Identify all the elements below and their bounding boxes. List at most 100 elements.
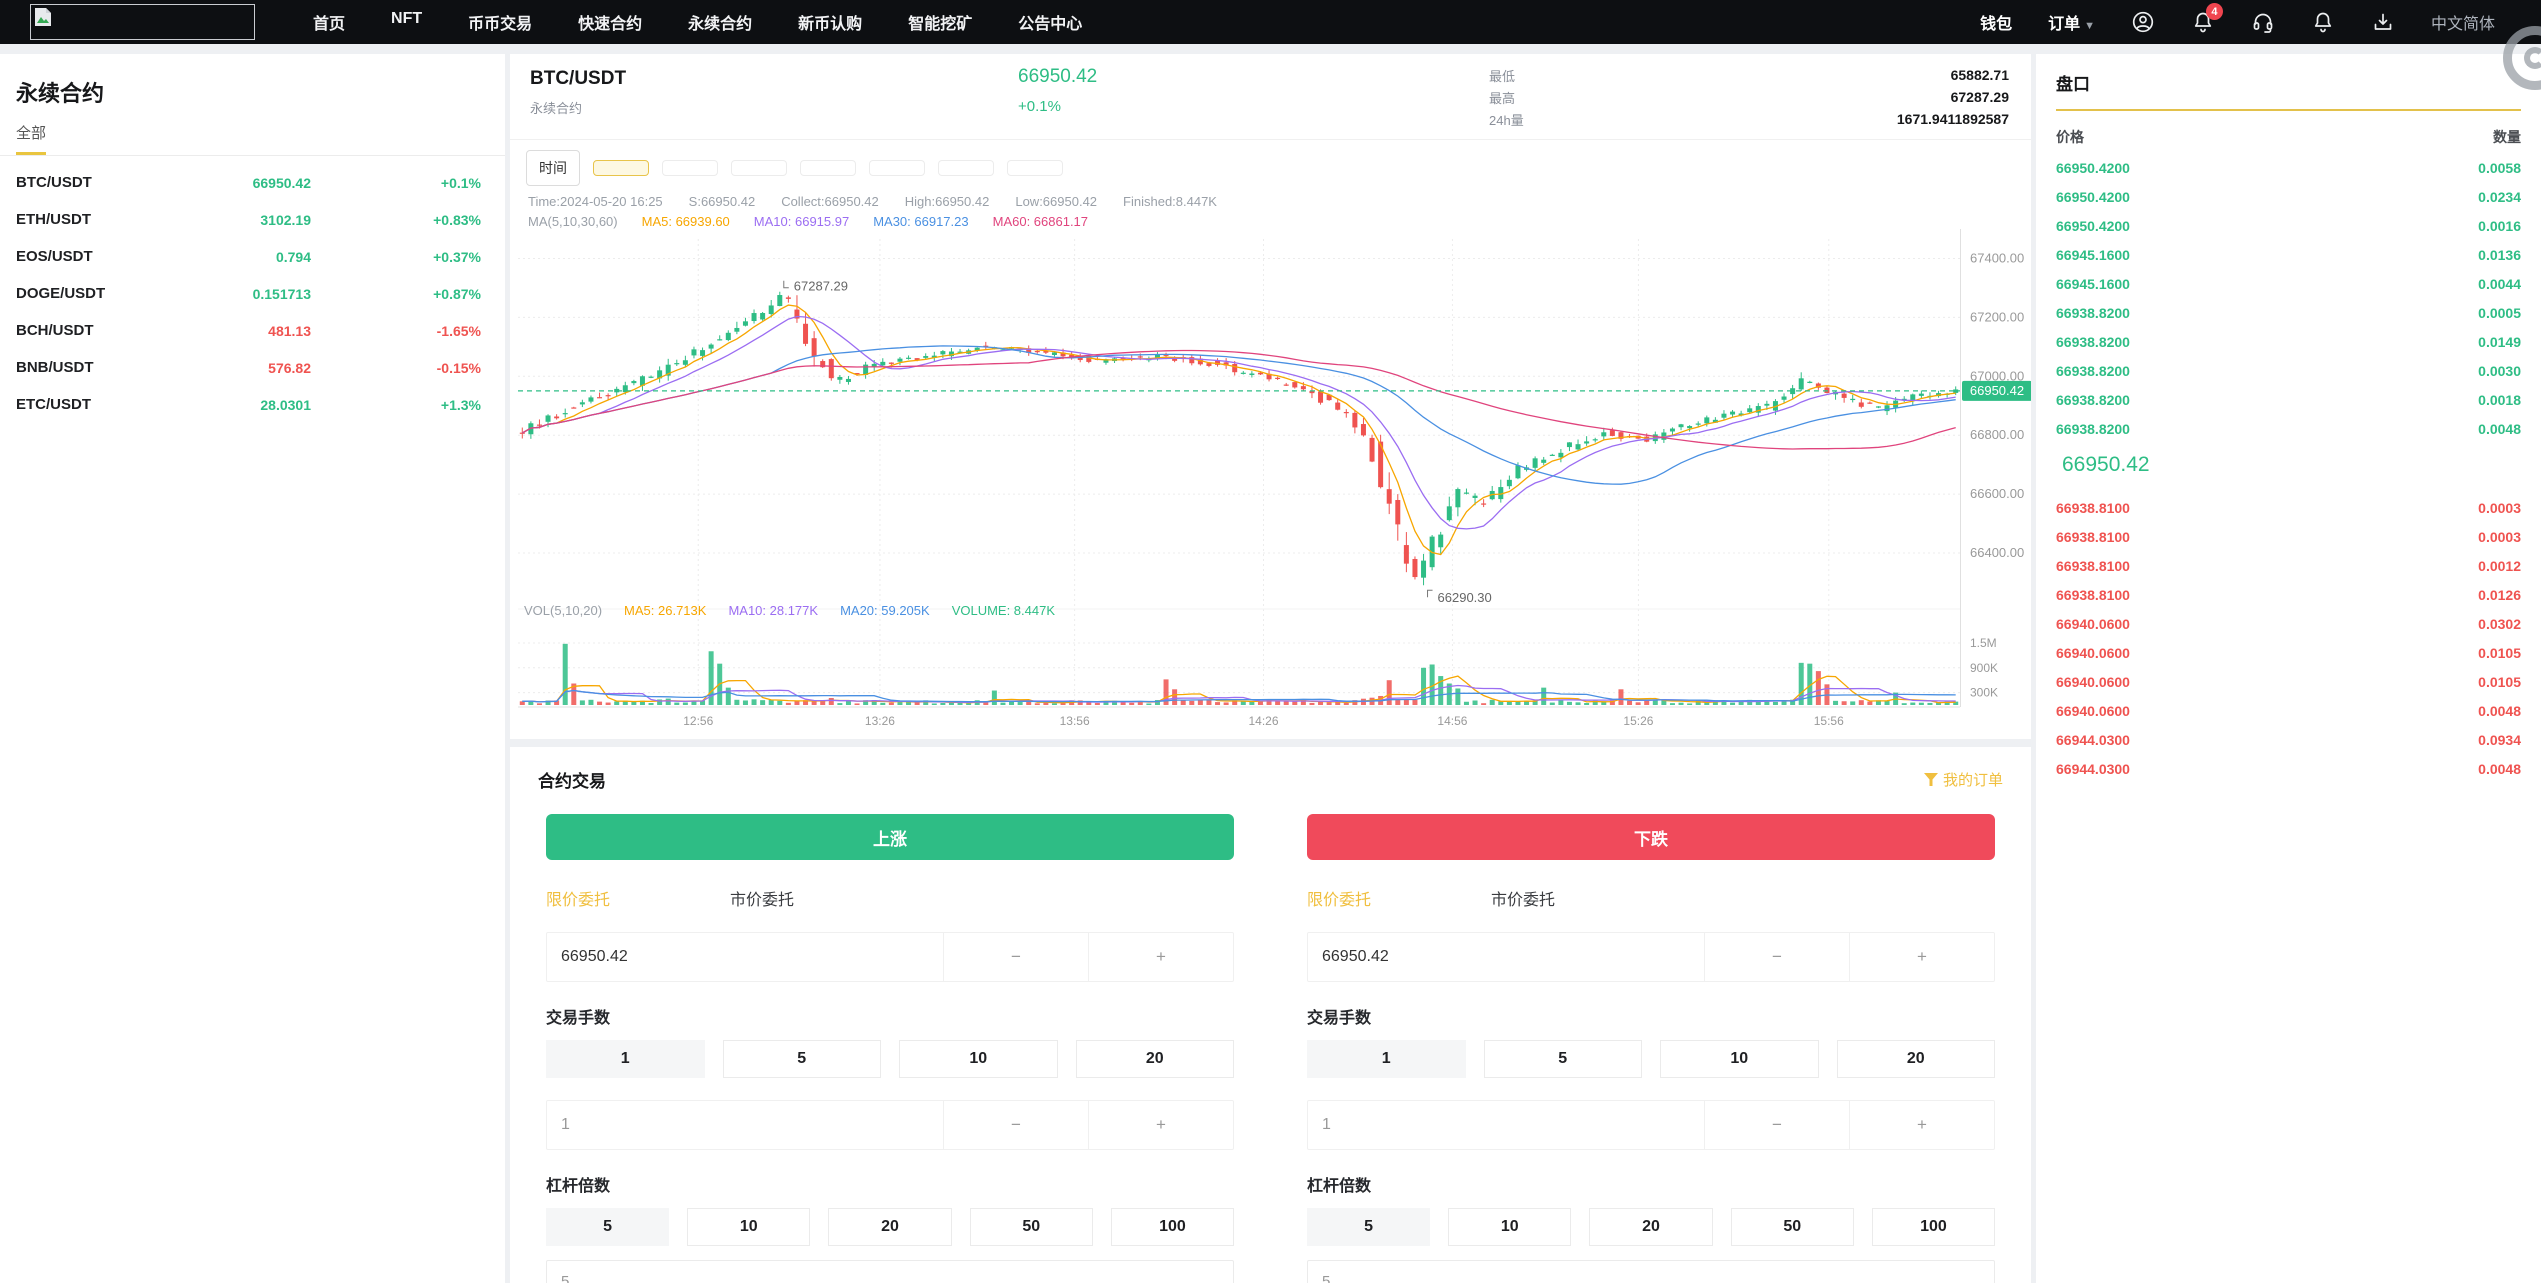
leverage-option[interactable]: 50 — [970, 1208, 1093, 1246]
lot-option[interactable]: 5 — [723, 1040, 882, 1078]
leverage-option[interactable]: 20 — [1589, 1208, 1712, 1246]
nav-menu-item[interactable]: 首页 — [313, 10, 345, 34]
amount-input[interactable]: 1 — [547, 1101, 943, 1149]
notification-bell-icon[interactable]: 4 — [2191, 10, 2215, 34]
candlestick-chart[interactable]: 66950.4267400.0067200.0067000.0066800.00… — [510, 229, 2031, 739]
leverage-option[interactable]: 10 — [1448, 1208, 1571, 1246]
interval-button[interactable] — [938, 160, 994, 176]
nav-menu-item[interactable]: 永续合约 — [688, 10, 752, 34]
wallet-link[interactable]: 钱包 — [1980, 10, 2012, 34]
pair-row[interactable]: ETC/USDT 28.0301 +1.3% — [0, 386, 505, 423]
price-minus-button[interactable]: − — [943, 933, 1088, 981]
notification-badge: 4 — [2206, 3, 2223, 20]
order-book-row[interactable]: 66950.4200 0.0058 — [2056, 153, 2521, 182]
interval-button[interactable] — [1007, 160, 1063, 176]
interval-button[interactable] — [593, 160, 649, 176]
language-selector[interactable]: 中文简体 — [2431, 10, 2495, 34]
nav-menu-item[interactable]: 币币交易 — [468, 10, 532, 34]
order-book-row[interactable]: 66938.8100 0.0012 — [2056, 551, 2521, 580]
price-plus-button[interactable]: + — [1849, 933, 1994, 981]
lot-option[interactable]: 5 — [1484, 1040, 1643, 1078]
leverage-option[interactable]: 10 — [687, 1208, 810, 1246]
interval-button[interactable] — [800, 160, 856, 176]
order-book-row[interactable]: 66950.4200 0.0234 — [2056, 182, 2521, 211]
amount-plus-button[interactable]: + — [1849, 1101, 1994, 1149]
order-book-row[interactable]: 66940.0600 0.0302 — [2056, 609, 2521, 638]
price-input[interactable]: 66950.42 — [547, 933, 943, 981]
orders-dropdown[interactable]: 订单▼ — [2048, 10, 2095, 34]
buy-up-button[interactable]: 上涨 — [546, 814, 1234, 860]
lot-option[interactable]: 10 — [1660, 1040, 1819, 1078]
lot-option[interactable]: 10 — [899, 1040, 1058, 1078]
order-book-row[interactable]: 66940.0600 0.0105 — [2056, 667, 2521, 696]
nav-menu-item[interactable]: 快速合约 — [578, 10, 642, 34]
sell-down-button[interactable]: 下跌 — [1307, 814, 1995, 860]
stat-row: 24h量 1671.9411892587 — [1489, 108, 2009, 130]
pair-row[interactable]: BCH/USDT 481.13 -1.65% — [0, 312, 505, 349]
leverage-option[interactable]: 100 — [1111, 1208, 1234, 1246]
leverage-option[interactable]: 5 — [1307, 1208, 1430, 1246]
ohlc-token: Low:66950.42 — [1015, 194, 1097, 209]
lots-label: 交易手数 — [546, 1004, 1234, 1028]
nav-menu-item[interactable]: 公告中心 — [1018, 10, 1082, 34]
order-book-row[interactable]: 66938.8200 0.0048 — [2056, 414, 2521, 443]
amount-input[interactable]: 1 — [1308, 1101, 1704, 1149]
order-book-row[interactable]: 66940.0600 0.0105 — [2056, 638, 2521, 667]
logo[interactable] — [30, 4, 255, 40]
leverage-option[interactable]: 5 — [546, 1208, 669, 1246]
tab-market-order[interactable]: 市价委托 — [730, 886, 794, 910]
order-book-row[interactable]: 66945.1600 0.0136 — [2056, 240, 2521, 269]
pair-row[interactable]: ETH/USDT 3102.19 +0.83% — [0, 201, 505, 238]
nav-menu-item[interactable]: 新币认购 — [798, 10, 862, 34]
broken-image-icon — [33, 7, 53, 27]
lot-option[interactable]: 20 — [1076, 1040, 1235, 1078]
tab-limit-order[interactable]: 限价委托 — [546, 886, 610, 910]
order-book-top: 66950.4200 0.0058 66950.4200 0.0234 6695… — [2056, 153, 2521, 443]
order-book-row[interactable]: 66938.8200 0.0149 — [2056, 327, 2521, 356]
pair-row[interactable]: BTC/USDT 66950.42 +0.1% — [0, 164, 505, 201]
amount-minus-button[interactable]: − — [943, 1101, 1088, 1149]
tab-limit-order[interactable]: 限价委托 — [1307, 886, 1371, 910]
interval-button[interactable] — [869, 160, 925, 176]
user-avatar-icon[interactable] — [2131, 10, 2155, 34]
bell-icon[interactable] — [2311, 10, 2335, 34]
interval-button[interactable] — [662, 160, 718, 176]
order-book-row[interactable]: 66944.0300 0.0048 — [2056, 754, 2521, 783]
order-price: 66938.8100 — [2056, 558, 2130, 574]
amount-plus-button[interactable]: + — [1088, 1101, 1233, 1149]
download-icon[interactable] — [2371, 10, 2395, 34]
tab-market-order[interactable]: 市价委托 — [1491, 886, 1555, 910]
support-headset-icon[interactable] — [2251, 10, 2275, 34]
leverage-input[interactable]: 5 — [546, 1260, 1234, 1283]
order-book-row[interactable]: 66938.8100 0.0003 — [2056, 522, 2521, 551]
order-book-row[interactable]: 66938.8100 0.0003 — [2056, 493, 2521, 522]
leverage-input[interactable]: 5 — [1307, 1260, 1995, 1283]
amount-minus-button[interactable]: − — [1704, 1101, 1849, 1149]
pair-row[interactable]: DOGE/USDT 0.151713 +0.87% — [0, 275, 505, 312]
order-book-row[interactable]: 66950.4200 0.0016 — [2056, 211, 2521, 240]
order-book-row[interactable]: 66938.8200 0.0005 — [2056, 298, 2521, 327]
lot-option[interactable]: 1 — [546, 1040, 705, 1078]
leverage-option[interactable]: 100 — [1872, 1208, 1995, 1246]
price-input[interactable]: 66950.42 — [1308, 933, 1704, 981]
order-book-row[interactable]: 66944.0300 0.0934 — [2056, 725, 2521, 754]
order-book-row[interactable]: 66940.0600 0.0048 — [2056, 696, 2521, 725]
leverage-option[interactable]: 20 — [828, 1208, 951, 1246]
tab-all[interactable]: 全部 — [16, 122, 46, 155]
price-minus-button[interactable]: − — [1704, 933, 1849, 981]
pair-row[interactable]: BNB/USDT 576.82 -0.15% — [0, 349, 505, 386]
lot-option[interactable]: 20 — [1837, 1040, 1996, 1078]
order-book-row[interactable]: 66945.1600 0.0044 — [2056, 269, 2521, 298]
interval-button[interactable] — [731, 160, 787, 176]
nav-menu-item[interactable]: NFT — [391, 10, 422, 34]
order-book-row[interactable]: 66938.8200 0.0030 — [2056, 356, 2521, 385]
lot-option[interactable]: 1 — [1307, 1040, 1466, 1078]
pairs-list: BTC/USDT 66950.42 +0.1% ETH/USDT 3102.19… — [0, 156, 505, 423]
order-book-row[interactable]: 66938.8100 0.0126 — [2056, 580, 2521, 609]
my-orders-link[interactable]: 我的订单 — [1924, 769, 2003, 790]
nav-menu-item[interactable]: 智能挖矿 — [908, 10, 972, 34]
leverage-option[interactable]: 50 — [1731, 1208, 1854, 1246]
price-plus-button[interactable]: + — [1088, 933, 1233, 981]
order-book-row[interactable]: 66938.8200 0.0018 — [2056, 385, 2521, 414]
pair-row[interactable]: EOS/USDT 0.794 +0.37% — [0, 238, 505, 275]
